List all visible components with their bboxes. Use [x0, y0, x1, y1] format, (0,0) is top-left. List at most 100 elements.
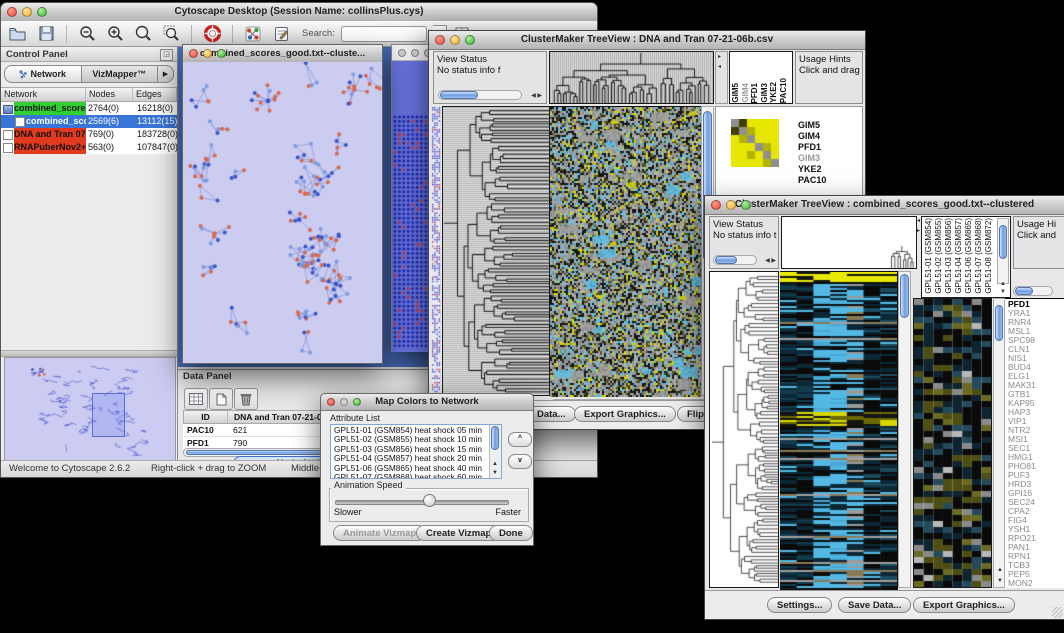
minimize-icon[interactable] — [340, 398, 348, 406]
speed-slider-track[interactable] — [335, 500, 509, 505]
main-heatmap-canvas[interactable] — [780, 271, 898, 590]
close-icon[interactable] — [711, 200, 721, 210]
speed-slider-thumb[interactable] — [423, 494, 436, 507]
close-icon[interactable] — [435, 35, 445, 45]
status-zoom-hint: Right-click + drag to ZOOM — [151, 461, 266, 477]
delete-attribute-icon[interactable] — [234, 388, 258, 410]
zoom-vscrollbar[interactable]: ▲ ▼ — [993, 298, 1005, 588]
dialog-title-bar[interactable]: Map Colors to Network — [321, 394, 533, 411]
network-name: combined_sco — [26, 115, 86, 128]
network-table-row[interactable]: combined_sco 2569(6) 13112(15) — [1, 115, 177, 128]
settings-button[interactable]: Settings... — [767, 597, 832, 613]
view-status-panel: View StatusNo status info f ◀ ▶ — [433, 51, 547, 104]
main-heatmap-canvas[interactable] — [550, 106, 701, 397]
view-status-scrollbar[interactable] — [438, 90, 522, 100]
scroll-down-icon[interactable]: ▼ — [1000, 289, 1006, 295]
network-table-header[interactable]: Network Nodes Edges — [1, 87, 177, 102]
gene-labels-panel[interactable]: PFD1YRA1RNR4MSL1SPC98CLN1NIS1BUD4ELG1MAK… — [1005, 298, 1064, 588]
row-dendrogram-panel[interactable] — [709, 271, 779, 588]
minimize-icon[interactable] — [22, 7, 32, 17]
window-controls[interactable] — [7, 7, 47, 17]
scroll-up-icon[interactable]: ▲ — [1000, 281, 1006, 287]
open-file-button[interactable] — [7, 24, 29, 44]
view-status-scrollbar[interactable] — [713, 255, 757, 265]
column-dendrogram-panel[interactable] — [781, 216, 917, 269]
network-name: RNAPuberNov2+! — [14, 141, 86, 154]
close-icon[interactable] — [7, 7, 17, 17]
tab-network[interactable]: Network — [4, 65, 82, 83]
save-data-button[interactable]: Data... — [527, 406, 576, 422]
zoom-window-icon[interactable] — [353, 398, 361, 406]
move-up-button[interactable]: ^ — [508, 432, 532, 447]
attribute-listbox[interactable]: GPL51-01 (GSM854) heat shock 05 minGPL51… — [330, 424, 502, 479]
save-data-button[interactable]: Save Data... — [838, 597, 911, 613]
gene-label: YKE2 — [798, 164, 861, 175]
close-icon[interactable] — [189, 49, 198, 58]
heatmap-vscrollbar[interactable] — [898, 271, 911, 588]
minimize-icon[interactable] — [726, 200, 736, 210]
search-input[interactable] — [341, 26, 427, 42]
network-table-row[interactable]: combined_scores 2764(0) 16218(0) — [1, 102, 177, 115]
annotation-icon[interactable] — [270, 24, 292, 44]
attribute-select-button[interactable] — [184, 388, 208, 410]
close-icon[interactable] — [327, 398, 335, 406]
list-vscrollbar[interactable]: ▲ ▼ — [489, 425, 501, 478]
scroll-arrows[interactable]: ◀ ▶ — [765, 258, 776, 264]
panel-divider[interactable] — [1, 350, 177, 357]
viewport-rect[interactable] — [92, 393, 125, 437]
column-dendrogram-canvas — [550, 52, 713, 103]
column-labels-panel[interactable]: GPL51-01 (GSM854)GPL51-02 (GSM855)GPL51-… — [921, 216, 1011, 298]
treeview1-title-bar[interactable]: ClusterMaker TreeView : DNA and Tran 07-… — [429, 31, 865, 50]
zoom-in-button[interactable] — [104, 24, 126, 44]
minimize-icon[interactable] — [411, 49, 419, 57]
zoom-out-button[interactable] — [76, 24, 98, 44]
zoom-window-icon[interactable] — [37, 7, 47, 17]
scroll-up-icon[interactable]: ▲ — [997, 567, 1003, 573]
done-button[interactable]: Done — [489, 525, 533, 541]
move-down-button[interactable]: v — [508, 454, 532, 469]
treeview2-window: ClusterMaker TreeView : combined_scores_… — [704, 195, 1064, 620]
main-title-bar[interactable]: Cytoscape Desktop (Session Name: collins… — [1, 3, 597, 22]
network-overview-panel[interactable] — [4, 357, 176, 465]
row-dendrogram-panel[interactable] — [442, 106, 550, 396]
resize-grip[interactable] — [1052, 607, 1063, 618]
edge-count: 13112(15) — [135, 115, 177, 128]
help-lifering-icon[interactable] — [201, 24, 223, 44]
zoom-window-icon[interactable] — [465, 35, 475, 45]
new-attribute-button[interactable] — [209, 388, 233, 410]
network1-title-bar[interactable]: combined_scores_good.txt--cluste... — [183, 45, 382, 63]
global-pixel-strip[interactable] — [431, 106, 441, 394]
column-label: PAC10 — [780, 78, 789, 103]
column-labels-panel[interactable]: GIM5GIM4PFD1GIM3YKE2PAC10 — [729, 51, 793, 104]
zoom-selected-button[interactable] — [160, 24, 182, 44]
treeview2-title-bar[interactable]: ClusterMaker TreeView : combined_scores_… — [705, 196, 1064, 215]
attribute-item[interactable]: GPL51-07 (GSM868) heat shock 60 min — [332, 473, 489, 479]
splitter-column[interactable]: ▸◂ — [715, 51, 728, 104]
column-dendrogram-panel[interactable] — [549, 51, 714, 104]
zoom-heatmap-panel[interactable] — [913, 298, 992, 588]
zoom-window-icon[interactable] — [741, 200, 751, 210]
save-button[interactable] — [35, 24, 57, 44]
close-icon[interactable] — [398, 49, 406, 57]
network-window-1: combined_scores_good.txt--cluste... — [182, 44, 383, 364]
scroll-down-icon[interactable]: ▼ — [997, 578, 1003, 584]
scroll-arrows[interactable]: ◀ ▶ — [531, 93, 542, 99]
undock-icon[interactable]: ◲ — [160, 49, 173, 61]
usage-hints-scrollbar[interactable] — [1013, 286, 1064, 298]
minimize-icon[interactable] — [450, 35, 460, 45]
zoom-fit-button[interactable] — [132, 24, 154, 44]
animate-vizmap-button[interactable]: Animate Vizmap — [333, 525, 426, 541]
zoom-window-icon[interactable] — [217, 49, 226, 58]
gene-labels-panel[interactable]: GIM5GIM4PFD1GIM3YKE2PAC10 — [795, 119, 861, 199]
tab-vizmapper[interactable]: VizMapper™ — [82, 65, 159, 83]
tab-more-arrow[interactable]: ▶ — [158, 65, 174, 83]
mini-correlation-heatmap[interactable] — [731, 119, 779, 167]
network1-canvas[interactable] — [183, 62, 382, 363]
minimize-icon[interactable] — [203, 49, 212, 58]
network-table-row[interactable]: DNA and Tran 07 769(0) 183728(0) — [1, 128, 177, 141]
labels-vscrollbar[interactable] — [997, 218, 1009, 284]
network-table-row[interactable]: RNAPuberNov2+! 563(0) 107847(0) — [1, 141, 177, 154]
export-graphics-button[interactable]: Export Graphics... — [913, 597, 1015, 613]
export-graphics-button[interactable]: Export Graphics... — [574, 406, 676, 422]
network-view-icon[interactable] — [242, 24, 264, 44]
